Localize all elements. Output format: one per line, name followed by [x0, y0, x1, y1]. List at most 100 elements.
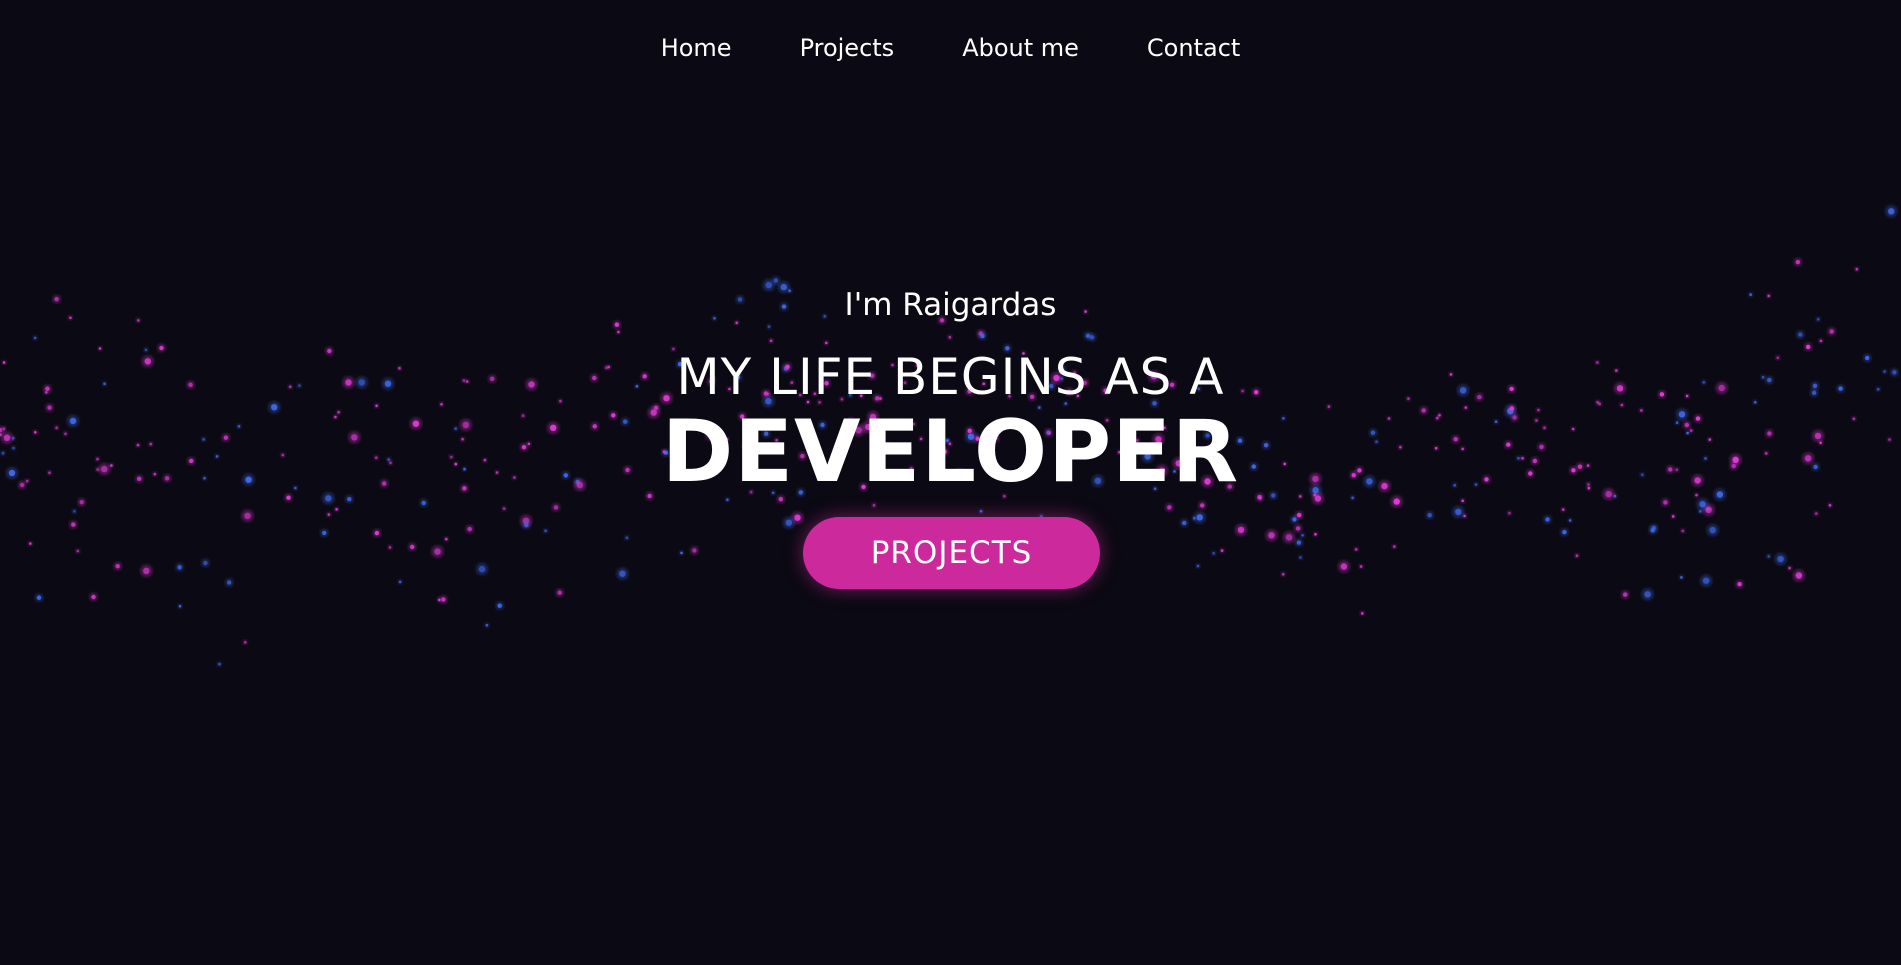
particle-glow — [326, 512, 332, 518]
particle-glow — [32, 335, 38, 341]
particle-glow — [1705, 506, 1711, 512]
particle — [980, 333, 985, 339]
particle-glow — [113, 562, 122, 571]
particle-glow — [1353, 546, 1359, 552]
particle-glow — [372, 528, 382, 538]
particle — [1196, 564, 1200, 568]
projects-button[interactable]: PROJECTS — [803, 517, 1100, 589]
particle — [524, 522, 529, 528]
particle-glow — [1543, 515, 1552, 524]
particle-glow — [1293, 524, 1303, 533]
particle — [388, 546, 392, 549]
particle-glow — [1198, 501, 1207, 510]
particle-glow — [1195, 563, 1201, 569]
particle-glow — [1827, 502, 1833, 508]
particle — [1200, 503, 1205, 508]
particle-glow — [443, 536, 449, 542]
particle — [1828, 504, 1832, 507]
particle — [1575, 554, 1579, 557]
nav-about-link[interactable]: About me — [962, 30, 1079, 66]
particle-glow — [431, 545, 444, 558]
particle-glow — [1219, 548, 1225, 554]
particle — [1650, 528, 1655, 533]
particle — [1089, 335, 1095, 340]
particle-glow — [1452, 505, 1465, 518]
particle-glow — [1193, 511, 1206, 524]
particle — [143, 567, 150, 574]
particle — [1297, 512, 1302, 518]
particle — [1623, 592, 1628, 597]
particle — [398, 580, 402, 584]
particle-glow — [1670, 513, 1676, 519]
particle-glow — [1560, 507, 1566, 513]
nav-contact-link[interactable]: Contact — [1147, 30, 1240, 66]
particle — [1455, 508, 1462, 516]
nav-home-link[interactable]: Home — [661, 30, 732, 66]
particle — [1281, 573, 1285, 576]
particle-glow — [1165, 503, 1174, 512]
particle — [785, 519, 793, 526]
particle-glow — [501, 506, 507, 512]
particle — [619, 570, 626, 577]
particle-glow — [976, 329, 985, 338]
particle-glow — [436, 597, 442, 603]
particle-glow — [1337, 560, 1350, 573]
particle — [1651, 525, 1657, 531]
particle-glow — [1621, 590, 1630, 599]
particle — [872, 504, 876, 507]
particle — [1795, 572, 1803, 579]
particle-glow — [1796, 330, 1805, 339]
particle-glow — [679, 550, 684, 556]
particle — [1855, 267, 1859, 271]
particle-glow — [1560, 528, 1569, 537]
particle-glow — [334, 506, 340, 512]
particle — [794, 514, 801, 521]
particle — [1196, 514, 1203, 521]
particle-glow — [1358, 564, 1364, 569]
particle-glow — [1087, 333, 1097, 342]
particle — [437, 598, 441, 602]
particle-glow — [624, 535, 630, 541]
particle-glow — [1793, 257, 1803, 267]
particle-glow — [615, 329, 621, 335]
particle-glow — [1425, 511, 1434, 520]
particle — [1680, 576, 1683, 579]
particle-glow — [387, 544, 393, 550]
particle — [1220, 549, 1224, 552]
particle — [557, 590, 562, 595]
particle — [1815, 512, 1818, 515]
particle-glow — [551, 503, 561, 512]
particle-glow — [1391, 544, 1397, 550]
particle — [434, 548, 441, 555]
particle-glow — [465, 524, 474, 534]
particle — [1296, 540, 1302, 545]
particle-glow — [1885, 205, 1898, 218]
particle — [1354, 548, 1358, 551]
particle — [1285, 534, 1293, 541]
particle — [467, 526, 472, 532]
particle — [1568, 519, 1572, 522]
nav-projects-link[interactable]: Projects — [800, 30, 895, 66]
particle — [71, 522, 76, 527]
particle — [1709, 526, 1716, 534]
particle-glow — [1180, 518, 1189, 528]
particle — [1829, 329, 1834, 334]
particle — [244, 512, 251, 519]
particle-glow — [1359, 610, 1365, 616]
particle — [73, 510, 76, 513]
particle — [617, 330, 620, 334]
particle-glow — [522, 520, 531, 530]
particle — [1193, 517, 1196, 520]
particle — [1393, 545, 1396, 548]
particle-glow — [1813, 511, 1819, 517]
particle — [1795, 259, 1801, 265]
particle — [680, 551, 683, 555]
particle — [1299, 556, 1302, 559]
particle — [1702, 577, 1710, 584]
particle — [1463, 514, 1466, 518]
particle-glow — [1083, 331, 1093, 340]
particle — [115, 564, 120, 569]
particle — [485, 623, 489, 627]
particle-glow — [1792, 569, 1805, 582]
particle — [76, 549, 80, 553]
